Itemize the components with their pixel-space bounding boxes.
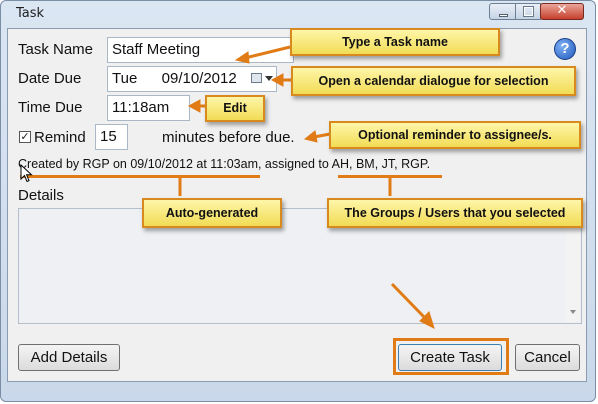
callout-auto-generated: Auto-generated <box>142 198 282 228</box>
arrowhead-calendar <box>270 73 284 87</box>
callout-edit: Edit <box>205 95 265 122</box>
callout-groups-users: The Groups / Users that you selected <box>327 198 583 228</box>
arrow-task-name <box>244 45 291 60</box>
arrowhead-reminder <box>303 130 318 143</box>
arrowhead-edit <box>187 99 201 113</box>
callout-reminder: Optional reminder to assignee/s. <box>329 121 581 149</box>
callout-task-name: Type a Task name <box>290 28 500 56</box>
arrow-create-task <box>390 282 427 320</box>
arrowhead-task-name <box>234 51 250 64</box>
callout-calendar: Open a calendar dialogue for selection <box>291 66 576 96</box>
